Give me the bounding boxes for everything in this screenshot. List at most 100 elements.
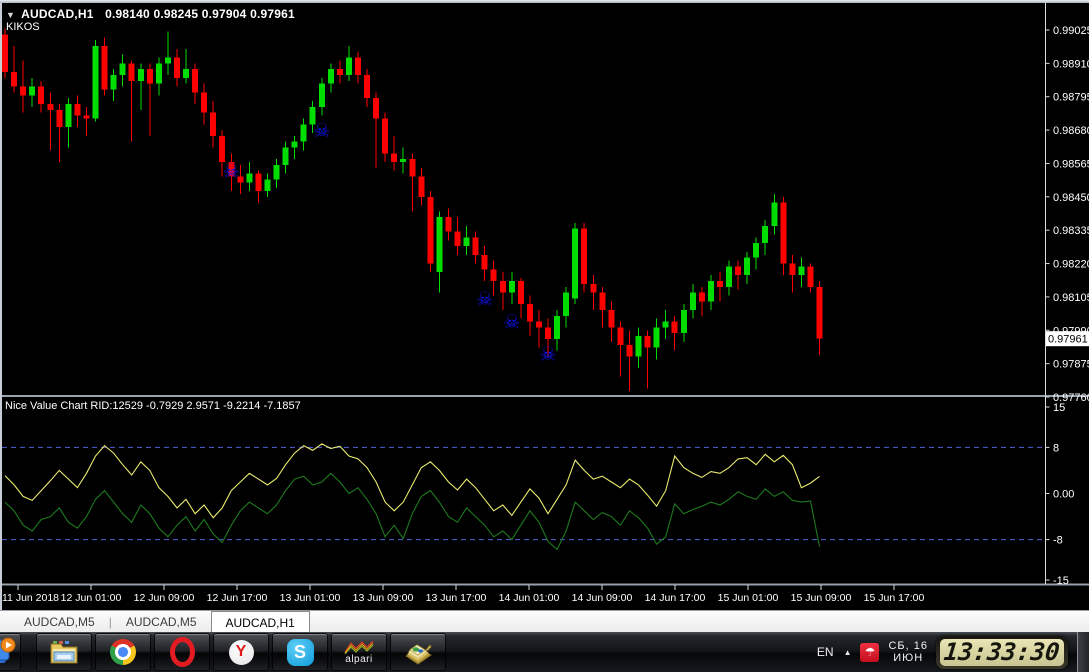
time-axis-label: 11 Jun 2018 — [2, 592, 59, 604]
system-tray: EN ▲ ☂ СБ, 16 ИЮН 13:33:30 — [817, 632, 1089, 672]
taskbar-button-opera[interactable] — [154, 633, 210, 671]
windows-explorer-icon — [49, 639, 79, 665]
candle-body — [681, 310, 687, 333]
candle-body — [56, 110, 62, 127]
indicator-axis-label: 8 — [1053, 442, 1059, 454]
indicator-axis-label: -15 — [1053, 575, 1069, 587]
taskbar-button-skype[interactable]: S — [272, 633, 328, 671]
time-axis-label: 12 Jun 17:00 — [207, 592, 268, 604]
candle-body — [509, 281, 515, 293]
chart-canvas[interactable]: ☠☠☠☠☠0.990250.989100.987950.986800.98565… — [0, 0, 1089, 610]
candle-body — [807, 266, 813, 286]
candle — [102, 37, 108, 95]
candle-body — [617, 327, 623, 344]
candle — [2, 29, 8, 78]
candle-body — [409, 159, 415, 176]
candle-body — [129, 63, 135, 80]
candle-body — [292, 142, 298, 148]
candle-body — [500, 281, 506, 293]
taskbar-button-pinned-app-partial[interactable] — [0, 633, 21, 671]
yandex-icon: Y — [229, 640, 254, 665]
alpari-chart-lines-icon — [344, 640, 374, 654]
language-indicator[interactable]: EN — [817, 645, 834, 659]
candle-body — [817, 287, 823, 339]
skull-marker-icon: ☠ — [539, 344, 556, 365]
candle-body — [581, 229, 587, 284]
candle-body — [174, 58, 180, 78]
windows-taskbar: Y S alpari — [0, 632, 1089, 672]
candle-body — [328, 69, 334, 84]
candle-body — [210, 113, 216, 136]
time-axis-label: 15 Jun 09:00 — [791, 592, 852, 604]
skull-marker-icon: ☠ — [223, 162, 240, 183]
candle-body — [572, 229, 578, 299]
tray-date: СБ, 16 ИЮН — [888, 640, 928, 664]
candle-body — [455, 232, 461, 247]
opera-icon — [170, 637, 195, 667]
price-axis-label: 0.98105 — [1053, 292, 1089, 304]
current-price-text: 0.97961 — [1048, 334, 1088, 346]
candle-body — [735, 266, 741, 275]
taskbar-button-explorer[interactable] — [36, 633, 92, 671]
candle-body — [726, 266, 732, 286]
window-border-left — [0, 3, 2, 610]
skull-marker-icon: ☠ — [503, 313, 520, 334]
taskbar-button-alpari[interactable]: alpari — [331, 633, 387, 671]
chart-window: ☠☠☠☠☠0.990250.989100.987950.986800.98565… — [0, 0, 1089, 610]
price-axis-label: 0.98680 — [1053, 125, 1089, 137]
chart-symbol-period: AUDCAD,H1 — [21, 7, 93, 21]
time-axis-label: 13 Jun 01:00 — [280, 592, 341, 604]
taskbar-button-chrome[interactable] — [95, 633, 151, 671]
candle-body — [219, 136, 225, 162]
candle-body — [427, 197, 433, 264]
taskbar-button-yandex[interactable]: Y — [213, 633, 269, 671]
tab-audcad-m5[interactable]: AUDCAD,M5 — [10, 611, 109, 633]
skull-marker-icon: ☠ — [313, 121, 330, 142]
candle-body — [400, 159, 406, 162]
time-axis-label: 14 Jun 09:00 — [572, 592, 633, 604]
candle-body — [482, 255, 488, 270]
candle-body — [319, 84, 325, 107]
candle-body — [83, 116, 89, 119]
alpari-icon: alpari — [344, 640, 374, 665]
chart-collapse-icon[interactable]: ▼ — [6, 10, 15, 20]
time-axis-label: 12 Jun 09:00 — [134, 592, 195, 604]
candle-body — [663, 322, 669, 328]
candle-body — [183, 69, 189, 78]
skull-marker-icon: ☠ — [476, 289, 493, 310]
candle-body — [473, 237, 479, 254]
overlay-indicator-name: KIKOS — [6, 21, 40, 33]
candle-body — [690, 293, 696, 310]
time-axis-label: 12 Jun 01:00 — [61, 592, 122, 604]
candle-body — [147, 69, 153, 84]
price-axis-label: 0.98220 — [1053, 259, 1089, 271]
price-axis-label: 0.99025 — [1053, 25, 1089, 37]
candle-body — [2, 34, 8, 72]
price-axis-label: 0.98910 — [1053, 58, 1089, 70]
candle-body — [391, 153, 397, 162]
tab-audcad-h1[interactable]: AUDCAD,H1 — [211, 611, 310, 633]
candle-body — [346, 58, 352, 75]
desktop-clock-gadget[interactable]: 13:33:30 — [936, 636, 1068, 669]
candle-body — [518, 281, 524, 304]
price-axis-label: 0.98565 — [1053, 158, 1089, 170]
show-desktop-button[interactable] — [1077, 632, 1089, 672]
tab-audcad-m5[interactable]: AUDCAD,M5 — [112, 611, 211, 633]
tray-date-line2: ИЮН — [893, 652, 923, 664]
candle-body — [536, 322, 542, 328]
avira-antivirus-icon[interactable]: ☂ — [860, 643, 879, 662]
candle-body — [699, 293, 705, 302]
candle-body — [708, 281, 714, 301]
candle-body — [165, 58, 171, 64]
candle-body — [373, 98, 379, 118]
hidden-icons-arrow[interactable]: ▲ — [844, 648, 852, 657]
time-axis-label: 15 Jun 01:00 — [718, 592, 779, 604]
skype-icon: S — [287, 639, 314, 666]
candle-body — [156, 63, 162, 83]
candle-body — [599, 293, 605, 310]
candle-body — [102, 46, 108, 90]
candle-body — [771, 203, 777, 226]
taskbar-button-maps-atlas[interactable] — [390, 633, 446, 671]
candle-body — [608, 310, 614, 327]
candle-body — [554, 316, 560, 339]
